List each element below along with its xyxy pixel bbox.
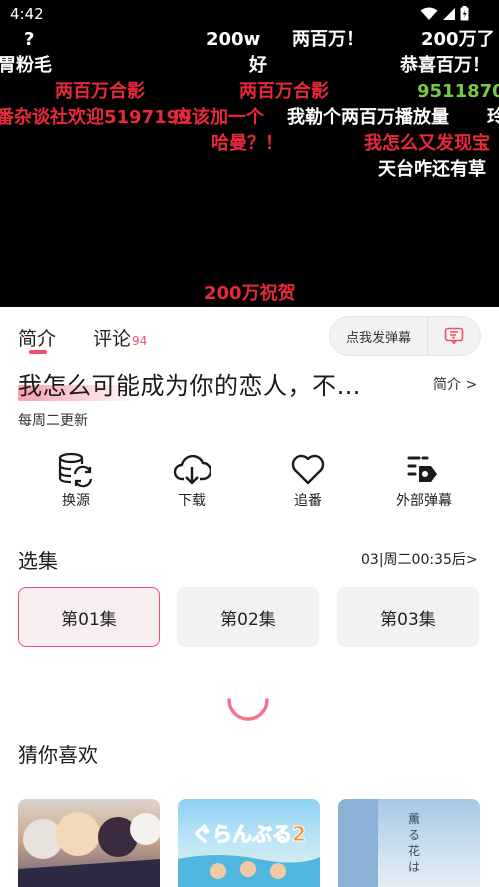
danmaku-comment: 玲 <box>487 107 499 128</box>
external-danmaku-button[interactable]: 外部弹幕 <box>379 450 469 510</box>
danmaku-comment: 胃粉毛 <box>0 55 52 76</box>
recommend-thumbnail: ぐらんぶる2 <box>178 822 320 887</box>
recommend-card[interactable]: ぐらんぶる2 <box>178 799 320 887</box>
danmaku-comment: 应该加一个 <box>174 107 264 128</box>
download-button[interactable]: 下载 <box>147 450 237 510</box>
status-icons <box>420 6 469 21</box>
comment-count-badge: 94 <box>132 334 148 348</box>
danmaku-comment: 95118704 <box>417 81 499 102</box>
external-danmaku-icon <box>407 456 437 482</box>
danmaku-comment: 两百万合影 <box>55 81 145 102</box>
episodes-schedule-link[interactable]: 03|周二00:35后> <box>361 549 478 569</box>
danmaku-comment: 好 <box>249 55 267 76</box>
video-player[interactable]: 4:42 ? 200w 两百万！ 200万了 胃粉毛 好 恭喜百万！ 两百万合影… <box>0 0 499 307</box>
danmaku-comment: 200万祝贺 <box>204 283 296 304</box>
svg-text:は: は <box>408 860 420 874</box>
episodes-title: 选集 <box>18 549 58 573</box>
svg-text:る: る <box>408 828 420 842</box>
follow-button[interactable]: 追番 <box>263 450 353 510</box>
download-icon <box>173 454 211 485</box>
danmaku-comment: ? <box>24 29 35 50</box>
svg-text:花: 花 <box>408 843 420 858</box>
danmaku-send-icon <box>444 327 464 345</box>
heart-icon <box>291 454 325 485</box>
send-danmaku-input[interactable]: 点我发弹幕 <box>330 327 427 346</box>
send-danmaku-control: 点我发弹幕 <box>329 316 481 356</box>
tab-comments-label: 评论 <box>93 328 132 350</box>
danmaku-comment: 恭喜百万！ <box>400 55 490 76</box>
recommend-thumbnail <box>18 812 160 887</box>
switch-source-button[interactable]: 换源 <box>31 450 121 510</box>
recommend-thumbnail: 薫 る 花 は <box>338 799 420 887</box>
switch-source-label: 换源 <box>62 493 90 509</box>
external-danmaku-label: 外部弹幕 <box>396 493 452 509</box>
recommend-card[interactable] <box>18 799 160 887</box>
signal-icon <box>443 7 455 20</box>
tab-comments[interactable]: 评论94 <box>93 324 147 351</box>
recommend-card[interactable]: 薫 る 花 は <box>338 799 480 887</box>
danmaku-send-button[interactable] <box>428 317 480 355</box>
episode-button[interactable]: 第03集 <box>337 587 479 647</box>
detail-tabs: 简介 评论94 点我发弹幕 <box>0 316 499 366</box>
battery-icon <box>460 6 469 21</box>
intro-link[interactable]: 简介 > <box>433 374 477 394</box>
svg-text:ぐらんぶる2: ぐらんぶる2 <box>192 822 306 846</box>
danmaku-comment: 两百万合影 <box>239 81 329 102</box>
danmaku-comment: 200w <box>206 29 261 50</box>
tab-intro[interactable]: 简介 <box>18 324 56 351</box>
tab-indicator <box>29 350 47 354</box>
update-schedule: 每周二更新 <box>18 413 88 429</box>
episode-button[interactable]: 第02集 <box>177 587 319 647</box>
danmaku-comment: 番杂谈社欢迎5197199 <box>0 107 192 128</box>
status-time: 4:42 <box>10 5 44 23</box>
source-switch-icon <box>58 452 93 488</box>
danmaku-comment: 哈曼？！ <box>211 133 283 154</box>
svg-text:薫: 薫 <box>408 812 420 826</box>
download-label: 下载 <box>178 493 206 509</box>
loading-spinner <box>227 698 269 721</box>
wifi-icon <box>420 7 438 20</box>
anime-title: 我怎么可能成为你的恋人，不… <box>18 372 361 400</box>
danmaku-comment: 两百万！ <box>292 29 364 50</box>
episode-button[interactable]: 第01集 <box>18 587 160 647</box>
danmaku-comment: 200万了 <box>421 29 495 50</box>
danmaku-comment: 我怎么又发现宝 <box>364 133 490 154</box>
danmaku-comment: 天台咋还有草 <box>378 159 486 180</box>
recommend-title: 猜你喜欢 <box>18 743 98 767</box>
danmaku-comment: 我勒个两百万播放量 <box>287 107 449 128</box>
follow-label: 追番 <box>294 493 322 509</box>
